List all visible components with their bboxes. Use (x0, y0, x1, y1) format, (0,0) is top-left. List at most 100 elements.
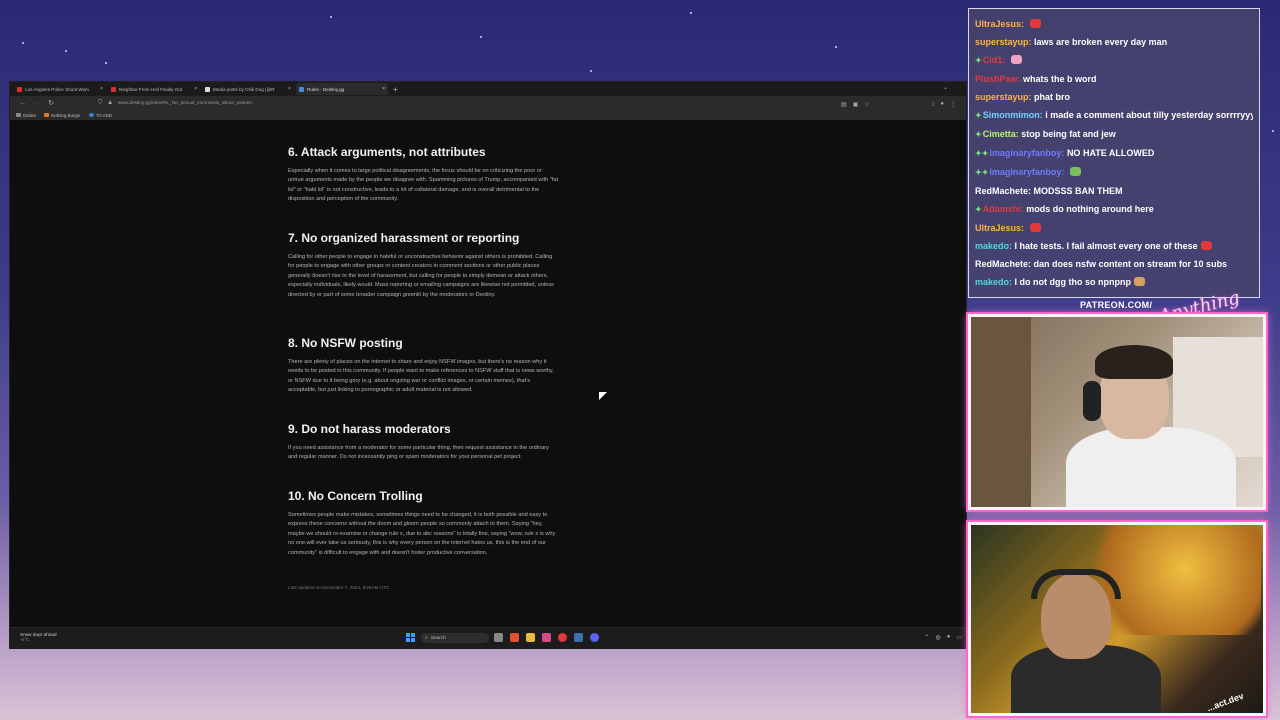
close-tab-icon[interactable]: × (100, 86, 103, 92)
emote-icon (1010, 55, 1022, 64)
back-arrow-icon[interactable]: ← (16, 100, 30, 107)
chat-text: MODSSS BAN THEM (1033, 186, 1123, 196)
url-field[interactable]: ⛉ 🔒︎ www.destiny.gg/rules#5._No_sexual_c… (98, 100, 252, 107)
chat-username[interactable]: RedMachete: (975, 186, 1031, 196)
emote-icon (1200, 241, 1212, 250)
rule-heading: 10. No Concern Trolling (288, 489, 423, 503)
bookmark-nothing-burger[interactable]: Nothing Burger (44, 113, 81, 118)
store-icon[interactable] (542, 633, 551, 642)
chat-username[interactable]: Cid1: (983, 55, 1006, 65)
rule-6: 6. Attack arguments, not attributes Espe… (288, 145, 558, 205)
emote-icon (1069, 167, 1081, 176)
rule-body: There are plenty of places on the intern… (288, 359, 554, 394)
chat-username[interactable]: imaginaryfanboy: (989, 148, 1064, 158)
youtube-icon (111, 86, 116, 92)
youtube-icon (17, 86, 22, 92)
forward-arrow-icon[interactable]: → (30, 100, 44, 107)
task-view-icon[interactable] (494, 633, 503, 642)
chat-username[interactable]: UltraJesus: (975, 19, 1024, 29)
badge-icon: ✦✦ (975, 149, 989, 158)
chat-message: RedMachete: dan does nsfw content on str… (975, 255, 1253, 273)
weather-widget[interactable]: Snow days ahead -6°C (20, 632, 57, 642)
chat-username[interactable]: makedo: (975, 241, 1012, 251)
app-icon[interactable] (558, 633, 567, 642)
address-bar-row: ← → ↻ ⛉ 🔒︎ www.destiny.gg/rules#5._No_se… (10, 96, 966, 110)
chat-text: NO HATE ALLOWED (1066, 148, 1155, 158)
rule-heading: 6. Attack arguments, not attributes (288, 145, 486, 159)
destiny-favicon-icon (299, 86, 304, 92)
chevron-up-icon[interactable]: ⌃ (924, 634, 929, 641)
close-tab-icon[interactable]: × (288, 86, 291, 92)
emote-icon (1134, 277, 1145, 286)
webcam-bottom: ...act.dev (968, 522, 1266, 716)
translate-icon[interactable]: ▣ (853, 101, 859, 108)
badge-icon: ✦ (975, 130, 982, 139)
chat-text: I hate tests. I fail almost every one of… (1014, 241, 1198, 251)
chevron-down-icon[interactable]: ⌄ (943, 84, 948, 91)
chat-text: i made a comment about tilly yesterday s… (1045, 110, 1253, 120)
close-tab-icon[interactable]: × (382, 86, 385, 92)
download-icon[interactable]: ⤓ (932, 101, 935, 108)
badge-icon: ✦✦ (975, 168, 989, 177)
chat-username[interactable]: superstayup: (975, 92, 1032, 102)
bookmark-to-add[interactable]: TO ADD (88, 113, 112, 118)
new-tab-button[interactable]: + (393, 85, 398, 94)
lock-icon: 🔒︎ (108, 99, 112, 106)
search-icon: ⌕ (425, 636, 428, 641)
windows-start-icon[interactable] (406, 633, 415, 642)
chat-username[interactable]: Adamxhi: (983, 204, 1024, 214)
chat-message: superstayup: laws are broken every day m… (975, 33, 1253, 51)
badge-icon: ✦ (975, 111, 982, 120)
chat-text: stop being fat and jew (1021, 129, 1116, 139)
chat-message: ✦Adamxhi: mods do nothing around here (975, 200, 1253, 219)
close-tab-icon[interactable]: × (194, 86, 197, 92)
windows-taskbar: Snow days ahead -6°C ⌕ Search ⌃ ◍ ● ▭ (10, 627, 966, 649)
reload-icon[interactable]: ↻ (44, 99, 58, 107)
display-icon[interactable]: ▭ (956, 634, 962, 641)
chat-username[interactable]: Cimetta: (983, 129, 1019, 139)
chat-username[interactable]: RedMachete: (975, 259, 1031, 269)
chat-message: PlushPaw: whats the b word (975, 70, 1253, 88)
url-text: www.destiny.gg/rules#5._No_sexual_commen… (117, 100, 253, 106)
door-background (971, 317, 1031, 507)
bookmark-dailies[interactable]: Dailies (16, 113, 36, 118)
browser-tab[interactable]: Media posts by Chili Dog (@R × (202, 83, 294, 95)
browser-tab[interactable]: Neighbor From Hell Finally Got × (108, 83, 200, 95)
browser-tab-active[interactable]: Rules - Destiny.gg × (296, 83, 388, 95)
mic-icon[interactable]: ● (947, 634, 951, 641)
extension-icon[interactable]: ● (940, 101, 944, 108)
folder-icon (16, 113, 21, 117)
taskbar-search[interactable]: ⌕ Search (421, 633, 489, 643)
star-icon[interactable]: ☆ (864, 101, 869, 108)
mouse-cursor-icon (599, 392, 607, 400)
chat-username[interactable]: makedo: (975, 277, 1012, 287)
chat-username[interactable]: imaginaryfanboy: (989, 167, 1064, 177)
burger-icon (44, 113, 50, 117)
patreon-label: PATREON.COM/ (1080, 300, 1153, 310)
chat-message: ✦Cid1: (975, 51, 1253, 70)
chat-username[interactable]: Simonmimon: (983, 110, 1043, 120)
emote-icon (1029, 19, 1041, 28)
chat-message: ✦✦imaginaryfanboy: (975, 163, 1253, 182)
file-explorer-icon[interactable] (526, 633, 535, 642)
browser-tab[interactable]: Los Angeles Police Shoot Wom × (14, 83, 106, 95)
chat-text: mods do nothing around here (1026, 204, 1154, 214)
chat-username[interactable]: PlushPaw: (975, 74, 1021, 84)
rule-body: Sometimes people make mistakes, sometime… (288, 512, 556, 556)
chat-username[interactable]: UltraJesus: (975, 223, 1024, 233)
brave-icon[interactable] (510, 633, 519, 642)
headphones-icon (1083, 381, 1101, 421)
discord-icon[interactable] (590, 633, 599, 642)
steam-icon[interactable] (574, 633, 583, 642)
reader-icon[interactable]: ▤ (841, 101, 847, 108)
rule-heading: 9. Do not harass moderators (288, 422, 451, 436)
chat-username[interactable]: superstayup: (975, 37, 1032, 47)
chat-text: dan does nsfw content on stream for 10 s… (1033, 259, 1228, 269)
menu-icon[interactable]: ⋮ (950, 101, 956, 108)
chat-message: ✦Simonmimon: i made a comment about till… (975, 106, 1253, 125)
x-logo-icon (205, 86, 210, 92)
rule-heading: 7. No organized harassment or reporting (288, 231, 520, 245)
chat-message: UltraJesus: (975, 219, 1253, 237)
network-icon[interactable]: ◍ (935, 634, 940, 641)
person-body (1066, 427, 1236, 507)
